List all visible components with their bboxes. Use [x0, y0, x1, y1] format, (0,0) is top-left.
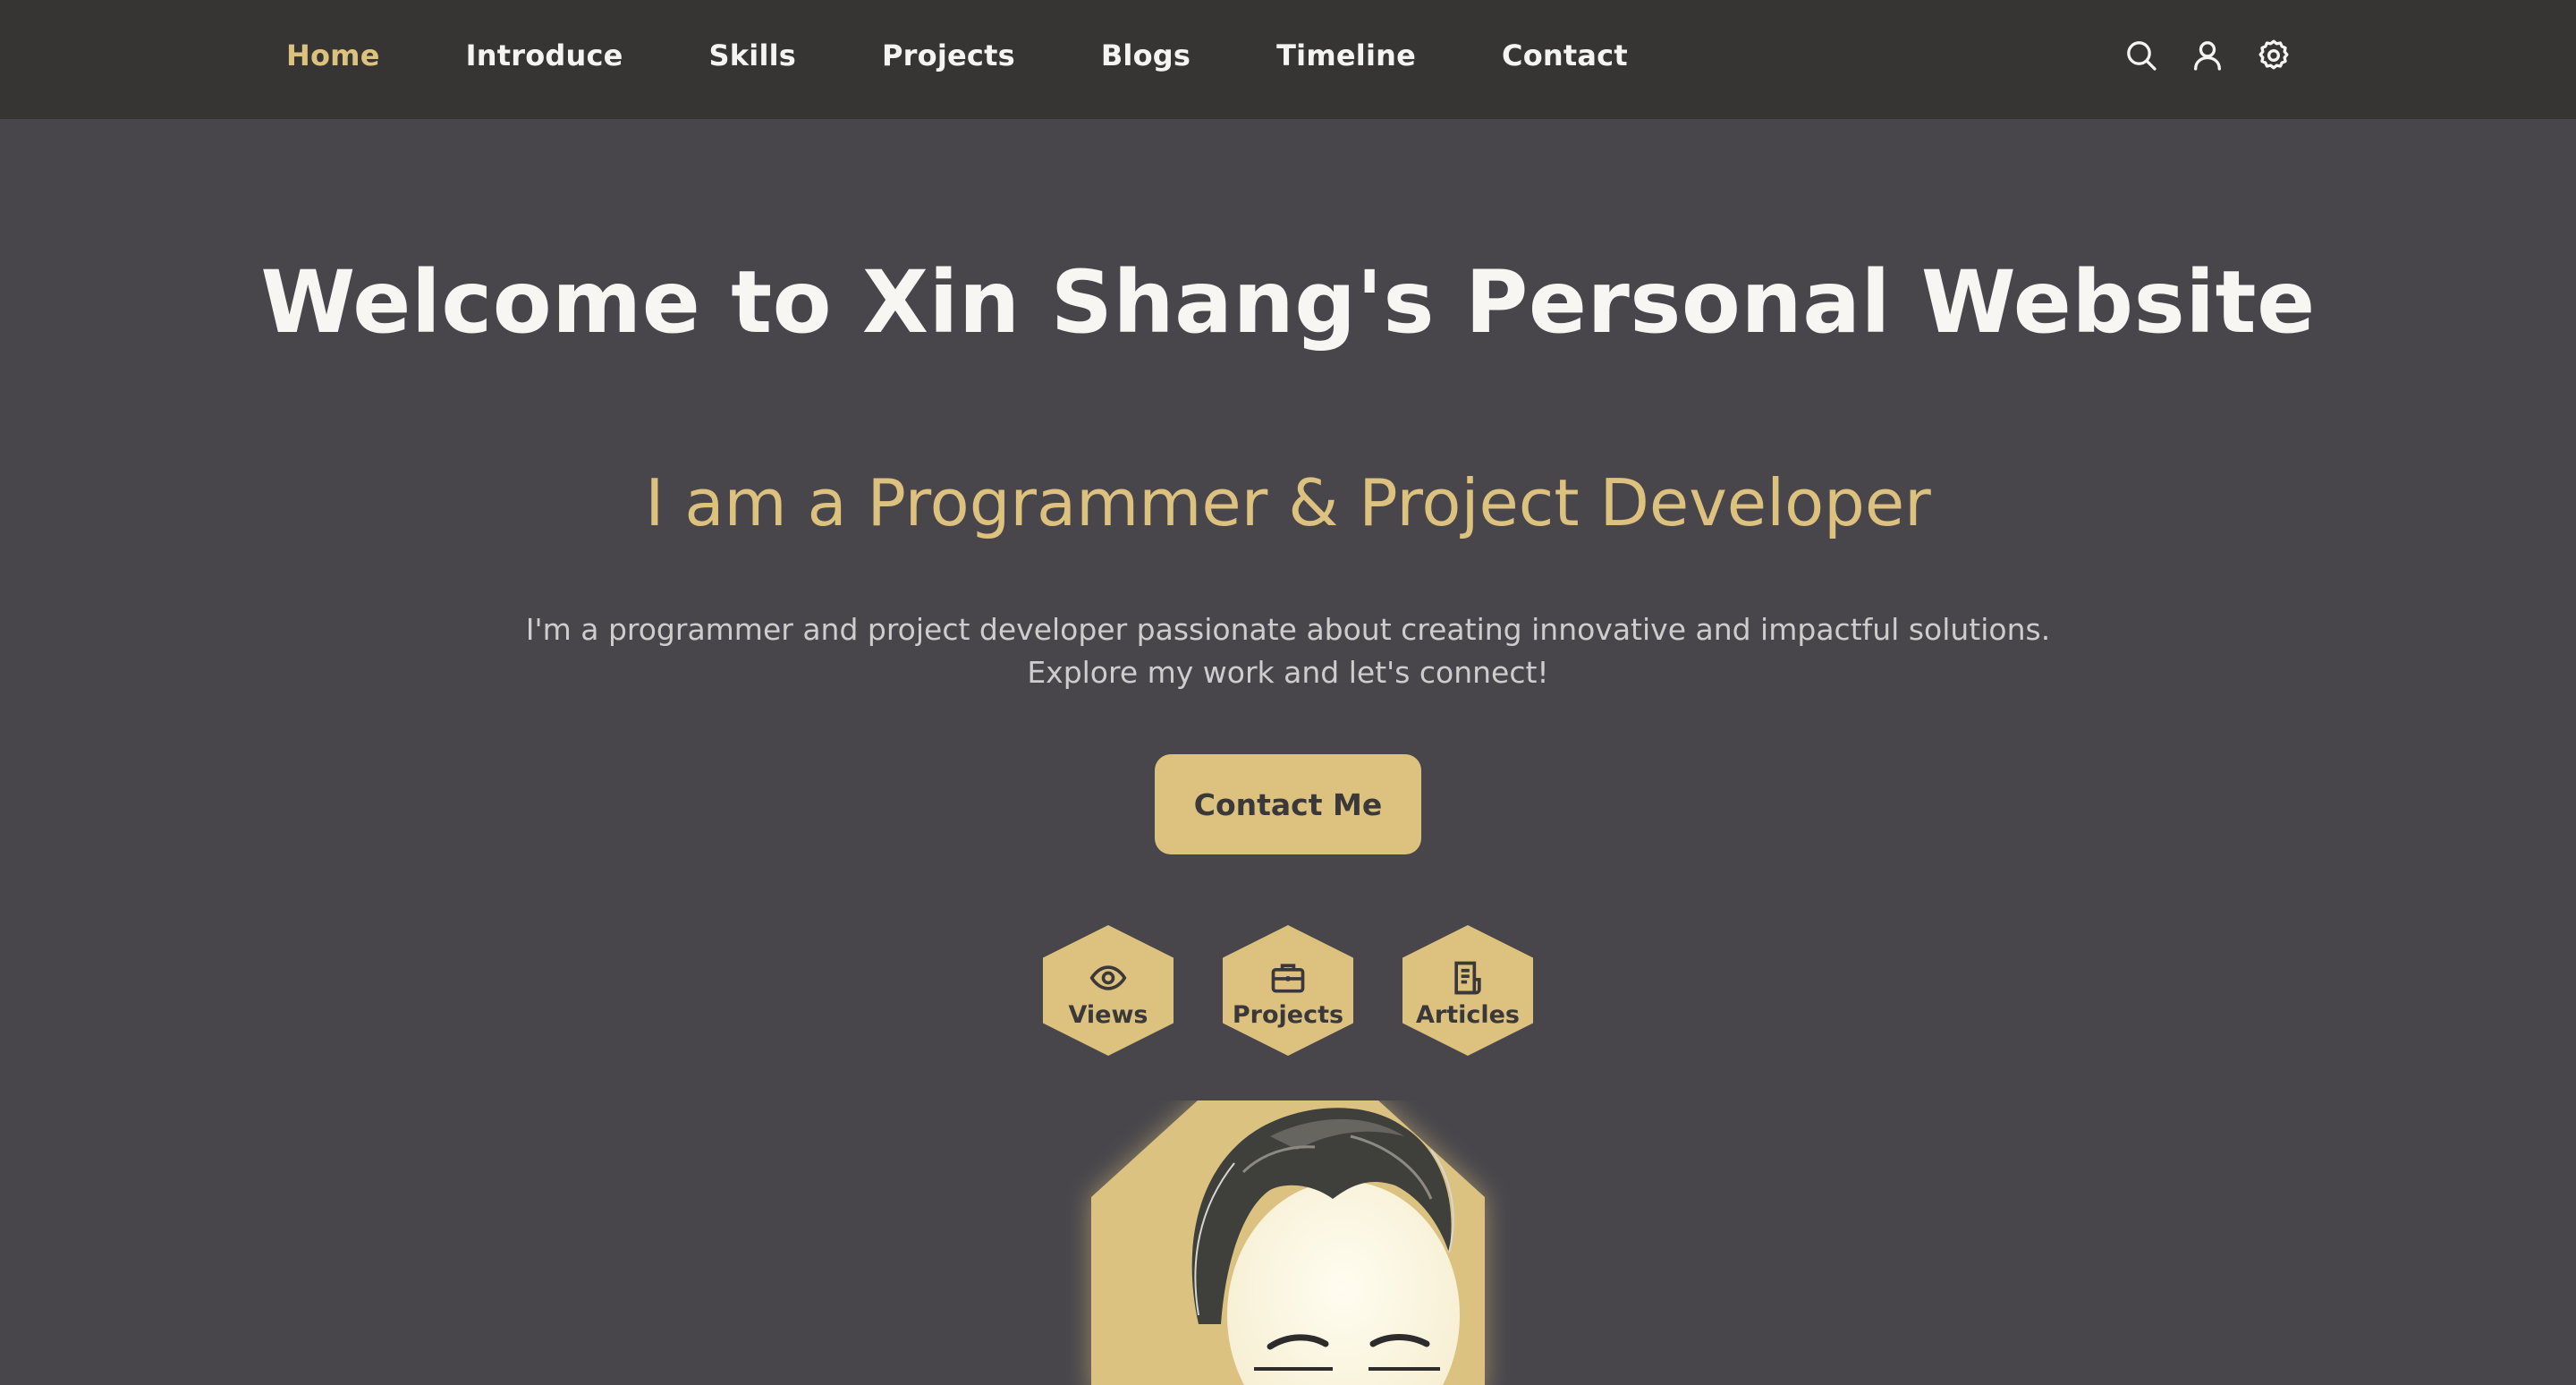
stats-row: Views Projects Articles: [1043, 925, 1533, 1056]
settings-button[interactable]: [2254, 36, 2293, 75]
stat-articles[interactable]: Articles: [1402, 925, 1533, 1056]
hero-subtitle: I am a Programmer & Project Developer: [645, 465, 1931, 540]
avatar-image: [1091, 1100, 1485, 1385]
nav-tools: [2122, 36, 2293, 75]
nav-link-timeline[interactable]: Timeline: [1276, 38, 1416, 72]
hero-description-line-1: I'm a programmer and project developer p…: [525, 612, 2051, 647]
stat-views[interactable]: Views: [1043, 925, 1174, 1056]
stat-projects-label: Projects: [1232, 1000, 1344, 1029]
hero-title: Welcome to Xin Shang's Personal Website: [260, 252, 2316, 353]
hero-description: I'm a programmer and project developer p…: [483, 608, 2093, 694]
stat-projects[interactable]: Projects: [1223, 925, 1353, 1056]
nav-link-introduce[interactable]: Introduce: [466, 38, 623, 72]
contact-me-button[interactable]: Contact Me: [1155, 754, 1421, 854]
nav-link-contact[interactable]: Contact: [1502, 38, 1628, 72]
hero-description-line-2: Explore my work and let's connect!: [1027, 655, 1549, 690]
eye-icon: [1089, 964, 1127, 990]
nav-link-home[interactable]: Home: [286, 38, 380, 72]
nav-link-skills[interactable]: Skills: [709, 38, 796, 72]
nav-link-projects[interactable]: Projects: [882, 38, 1015, 72]
avatar-illustration: [975, 1100, 1601, 1385]
user-button[interactable]: [2188, 36, 2227, 75]
stat-articles-label: Articles: [1415, 1000, 1520, 1029]
nav-link-blogs[interactable]: Blogs: [1101, 38, 1191, 72]
search-button[interactable]: [2122, 36, 2161, 75]
briefcase-icon: [1271, 963, 1305, 992]
top-navbar: Home Introduce Skills Projects Blogs Tim…: [0, 0, 2576, 119]
main-nav: Home Introduce Skills Projects Blogs Tim…: [286, 0, 1628, 111]
search-icon: [2127, 41, 2157, 71]
user-icon: [2194, 41, 2221, 71]
settings-gear-icon: [2258, 39, 2289, 70]
stat-views-label: Views: [1068, 1000, 1148, 1029]
document-icon: [1454, 961, 1481, 994]
